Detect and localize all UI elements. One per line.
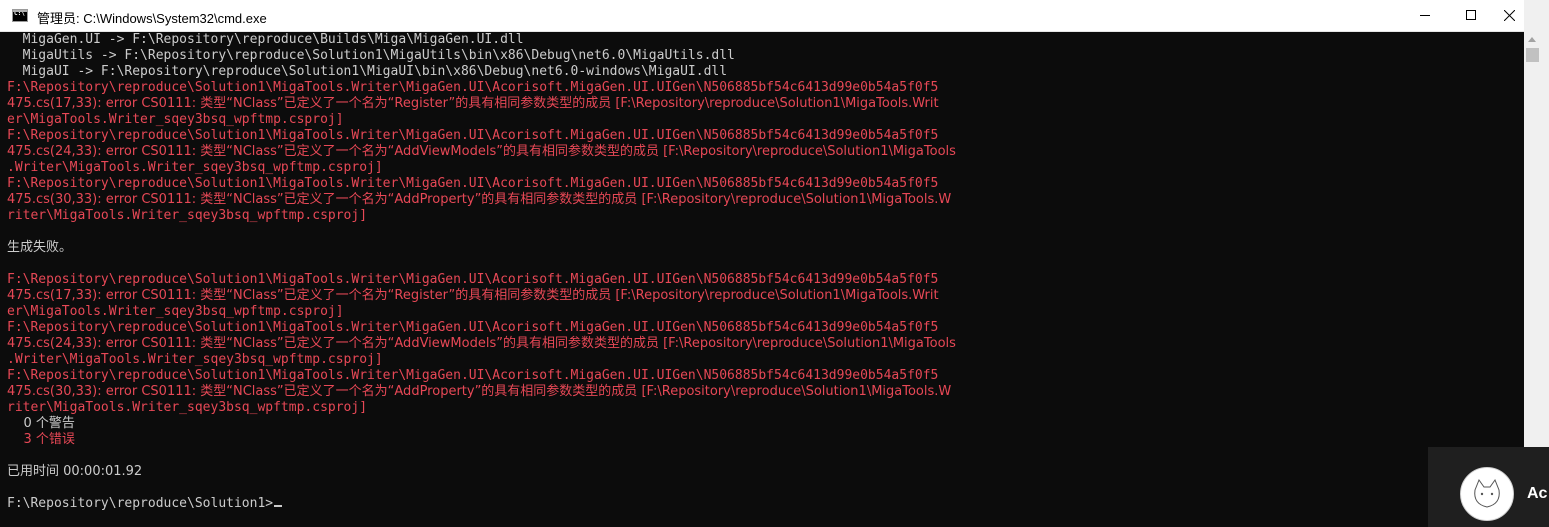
close-button[interactable] xyxy=(1494,0,1524,31)
avatar xyxy=(1460,467,1514,521)
notification-popup[interactable]: Ac xyxy=(1428,447,1549,527)
console-line: F:\Repository\reproduce\Solution1\MigaTo… xyxy=(7,128,939,143)
console-line: riter\MigaTools.Writer_sqey3bsq_wpftmp.c… xyxy=(7,400,368,415)
console-line: 生成失败。 xyxy=(7,240,73,255)
cmd-window: 管理员: C:\Windows\System32\cmd.exe MigaGen… xyxy=(0,0,1524,527)
title-bar[interactable]: 管理员: C:\Windows\System32\cmd.exe xyxy=(0,0,1524,32)
console-line: 475.cs(17,33): error CS0111: 类型“NClass”已… xyxy=(7,288,939,303)
console-line: F:\Repository\reproduce\Solution1\MigaTo… xyxy=(7,176,939,191)
console-line: F:\Repository\reproduce\Solution1\MigaTo… xyxy=(7,320,939,335)
scroll-thumb[interactable] xyxy=(1526,48,1539,62)
command-prompt-line: F:\Repository\reproduce\Solution1> xyxy=(7,496,956,512)
console-line: er\MigaTools.Writer_sqey3bsq_wpftmp.cspr… xyxy=(7,112,344,127)
console-line: riter\MigaTools.Writer_sqey3bsq_wpftmp.c… xyxy=(7,208,368,223)
console-line: F:\Repository\reproduce\Solution1\MigaTo… xyxy=(7,272,939,287)
console-line: .Writer\MigaTools.Writer_sqey3bsq_wpftmp… xyxy=(7,352,383,367)
maximize-button[interactable] xyxy=(1448,0,1494,31)
console-line: 475.cs(17,33): error CS0111: 类型“NClass”已… xyxy=(7,96,939,111)
console-line: MigaUI -> F:\Repository\reproduce\Soluti… xyxy=(7,64,728,79)
console-line: 475.cs(30,33): error CS0111: 类型“NClass”已… xyxy=(7,192,952,207)
console-line: 475.cs(24,33): error CS0111: 类型“NClass”已… xyxy=(7,336,956,351)
console-line: MigaGen.UI -> F:\Repository\reproduce\Bu… xyxy=(7,32,524,47)
text-cursor xyxy=(274,505,283,507)
console-line: 475.cs(24,33): error CS0111: 类型“NClass”已… xyxy=(7,144,956,159)
console-line: 3 个错误 xyxy=(7,432,75,447)
console-line: F:\Repository\reproduce\Solution1\MigaTo… xyxy=(7,368,939,383)
scroll-up-arrow-icon[interactable] xyxy=(1528,37,1536,42)
console-line: .Writer\MigaTools.Writer_sqey3bsq_wpftmp… xyxy=(7,160,383,175)
minimize-button[interactable] xyxy=(1402,0,1448,31)
console-line: 已用时间 00:00:01.92 xyxy=(7,464,143,479)
console-line: er\MigaTools.Writer_sqey3bsq_wpftmp.cspr… xyxy=(7,304,344,319)
console-line: MigaUtils -> F:\Repository\reproduce\Sol… xyxy=(7,48,735,63)
console-line: 0 个警告 xyxy=(7,416,75,431)
console-lines: MigaGen.UI -> F:\Repository\reproduce\Bu… xyxy=(7,32,956,512)
close-icon xyxy=(1504,10,1515,21)
console-line: 475.cs(30,33): error CS0111: 类型“NClass”已… xyxy=(7,384,952,399)
cmd-icon[interactable] xyxy=(12,9,28,22)
notification-text: Ac xyxy=(1527,485,1548,502)
avatar-icon xyxy=(1474,478,1500,508)
console-line: F:\Repository\reproduce\Solution1\MigaTo… xyxy=(7,80,939,95)
window-title: 管理员: C:\Windows\System32\cmd.exe xyxy=(37,11,267,26)
console-output[interactable]: MigaGen.UI -> F:\Repository\reproduce\Bu… xyxy=(0,32,1524,527)
